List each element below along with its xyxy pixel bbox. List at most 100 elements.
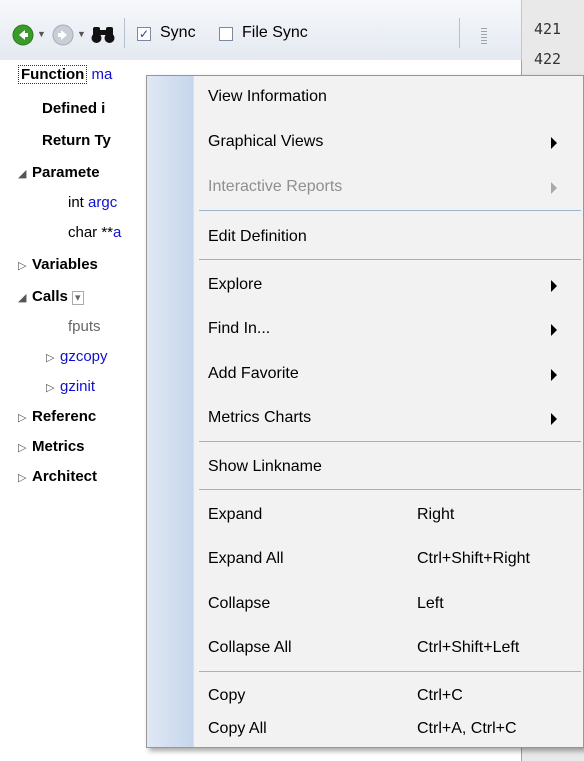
menu-item-shortcut: Ctrl+Shift+Left xyxy=(417,639,520,656)
menu-item-label: Edit Definition xyxy=(208,228,307,245)
expand-triangle-icon[interactable]: ▷ xyxy=(46,381,60,394)
parameters-label: Paramete xyxy=(32,164,100,181)
menu-item-copy[interactable]: Copy Ctrl+C xyxy=(147,681,583,711)
menu-item-shortcut: Right xyxy=(417,506,455,523)
variables-label: Variables xyxy=(32,256,98,273)
param-row[interactable]: int argc xyxy=(68,194,117,211)
architecture-node[interactable]: ▷ Architect xyxy=(18,468,97,485)
menu-item-show-linkname[interactable]: Show Linkname xyxy=(147,452,583,482)
menu-item-label: Copy xyxy=(208,687,246,704)
menu-item-expand-all[interactable]: Expand All Ctrl+Shift+Right xyxy=(147,544,583,574)
check-icon: ✓ xyxy=(137,27,151,41)
toolbar-grip-icon[interactable] xyxy=(481,28,487,44)
submenu-arrow-icon xyxy=(551,280,557,292)
menu-item-add-favorite[interactable]: Add Favorite xyxy=(147,359,583,389)
menu-item-label: Interactive Reports xyxy=(208,178,343,195)
menu-item-shortcut: Ctrl+C xyxy=(417,687,463,704)
expand-triangle-icon[interactable]: ▷ xyxy=(18,471,32,484)
sync-checkbox[interactable]: ✓ xyxy=(137,27,151,41)
menu-item-metrics-charts[interactable]: Metrics Charts xyxy=(147,403,583,433)
references-label: Referenc xyxy=(32,408,97,425)
binoculars-icon[interactable] xyxy=(90,23,116,45)
submenu-arrow-icon xyxy=(551,182,557,194)
menu-item-label: Graphical Views xyxy=(208,133,324,150)
defined-in-label[interactable]: Defined i xyxy=(42,100,105,117)
menu-item-find-in[interactable]: Find In... xyxy=(147,314,583,344)
back-dropdown-icon[interactable]: ▼ xyxy=(37,29,46,39)
submenu-arrow-icon xyxy=(551,137,557,149)
forward-arrow-icon[interactable] xyxy=(52,24,74,46)
menu-item-label: Metrics Charts xyxy=(208,409,312,426)
expand-triangle-icon[interactable]: ▷ xyxy=(18,441,32,454)
collapse-triangle-icon[interactable]: ◢ xyxy=(18,291,32,304)
menu-item-label: Expand xyxy=(208,506,263,523)
menu-item-expand[interactable]: Expand Right xyxy=(147,500,583,530)
menu-separator xyxy=(199,671,581,672)
function-name-link[interactable]: ma xyxy=(92,66,113,83)
menu-item-interactive-reports: Interactive Reports xyxy=(147,172,583,202)
submenu-arrow-icon xyxy=(551,324,557,336)
function-header[interactable]: Function ma xyxy=(18,65,113,84)
context-menu: View Information Graphical Views Interac… xyxy=(146,75,584,748)
toolbar-separator xyxy=(459,18,460,48)
menu-item-label: Show Linkname xyxy=(208,458,322,475)
parameters-node[interactable]: ◢ Paramete xyxy=(18,164,100,181)
menu-item-collapse-all[interactable]: Collapse All Ctrl+Shift+Left xyxy=(147,633,583,663)
expand-triangle-icon[interactable]: ▷ xyxy=(18,411,32,424)
menu-separator xyxy=(199,441,581,442)
call-item-node[interactable]: ▷ gzcopy xyxy=(46,348,108,365)
menu-item-label: Add Favorite xyxy=(208,365,299,382)
expand-triangle-icon[interactable]: ▷ xyxy=(46,351,60,364)
back-arrow-icon[interactable] xyxy=(12,24,34,46)
file-sync-label[interactable]: File Sync xyxy=(242,24,308,42)
menu-item-label: View Information xyxy=(208,88,327,105)
menu-item-label: Collapse All xyxy=(208,639,292,656)
param-row[interactable]: char **a xyxy=(68,224,121,241)
code-line-number: 422 xyxy=(534,50,562,68)
unchecked-box-icon xyxy=(219,27,233,41)
menu-item-shortcut: Ctrl+A, Ctrl+C xyxy=(417,720,517,737)
filter-dropdown-icon[interactable]: ▾ xyxy=(72,291,84,305)
call-item[interactable]: gzinit xyxy=(60,378,95,395)
menu-separator xyxy=(199,489,581,490)
call-item[interactable]: fputs xyxy=(68,318,101,335)
expand-triangle-icon[interactable]: ▷ xyxy=(18,259,32,272)
call-item[interactable]: gzcopy xyxy=(60,348,108,365)
toolbar: ▼ ▼ ✓ Sync File Sync xyxy=(0,0,584,61)
forward-dropdown-icon[interactable]: ▼ xyxy=(77,29,86,39)
menu-item-view-information[interactable]: View Information xyxy=(147,82,583,112)
file-sync-checkbox[interactable] xyxy=(219,27,233,41)
menu-item-label: Find In... xyxy=(208,320,271,337)
return-type-label[interactable]: Return Ty xyxy=(42,132,111,149)
architecture-label: Architect xyxy=(32,468,98,485)
metrics-label: Metrics xyxy=(32,438,85,455)
metrics-node[interactable]: ▷ Metrics xyxy=(18,438,85,455)
code-line-number: 421 xyxy=(534,20,562,38)
param-type: int xyxy=(68,194,84,211)
function-label: Function xyxy=(18,65,88,84)
menu-item-shortcut: Ctrl+Shift+Right xyxy=(417,550,530,567)
param-name[interactable]: a xyxy=(113,224,121,241)
menu-item-label: Copy All xyxy=(208,720,267,737)
menu-item-copy-all[interactable]: Copy All Ctrl+A, Ctrl+C xyxy=(147,714,583,744)
menu-item-label: Collapse xyxy=(208,595,271,612)
calls-node[interactable]: ◢ Calls ▾ xyxy=(18,288,84,305)
variables-node[interactable]: ▷ Variables xyxy=(18,256,98,273)
menu-separator xyxy=(199,259,581,260)
menu-separator xyxy=(199,210,581,211)
menu-item-label: Explore xyxy=(208,276,263,293)
menu-item-collapse[interactable]: Collapse Left xyxy=(147,589,583,619)
menu-item-shortcut: Left xyxy=(417,595,444,612)
menu-item-label: Expand All xyxy=(208,550,284,567)
references-node[interactable]: ▷ Referenc xyxy=(18,408,96,425)
submenu-arrow-icon xyxy=(551,413,557,425)
menu-item-explore[interactable]: Explore xyxy=(147,270,583,300)
sync-label[interactable]: Sync xyxy=(160,24,196,42)
menu-item-edit-definition[interactable]: Edit Definition xyxy=(147,222,583,252)
collapse-triangle-icon[interactable]: ◢ xyxy=(18,167,32,180)
param-name[interactable]: argc xyxy=(88,194,117,211)
call-item-node[interactable]: ▷ gzinit xyxy=(46,378,95,395)
calls-label: Calls xyxy=(32,288,68,305)
submenu-arrow-icon xyxy=(551,369,557,381)
menu-item-graphical-views[interactable]: Graphical Views xyxy=(147,127,583,157)
